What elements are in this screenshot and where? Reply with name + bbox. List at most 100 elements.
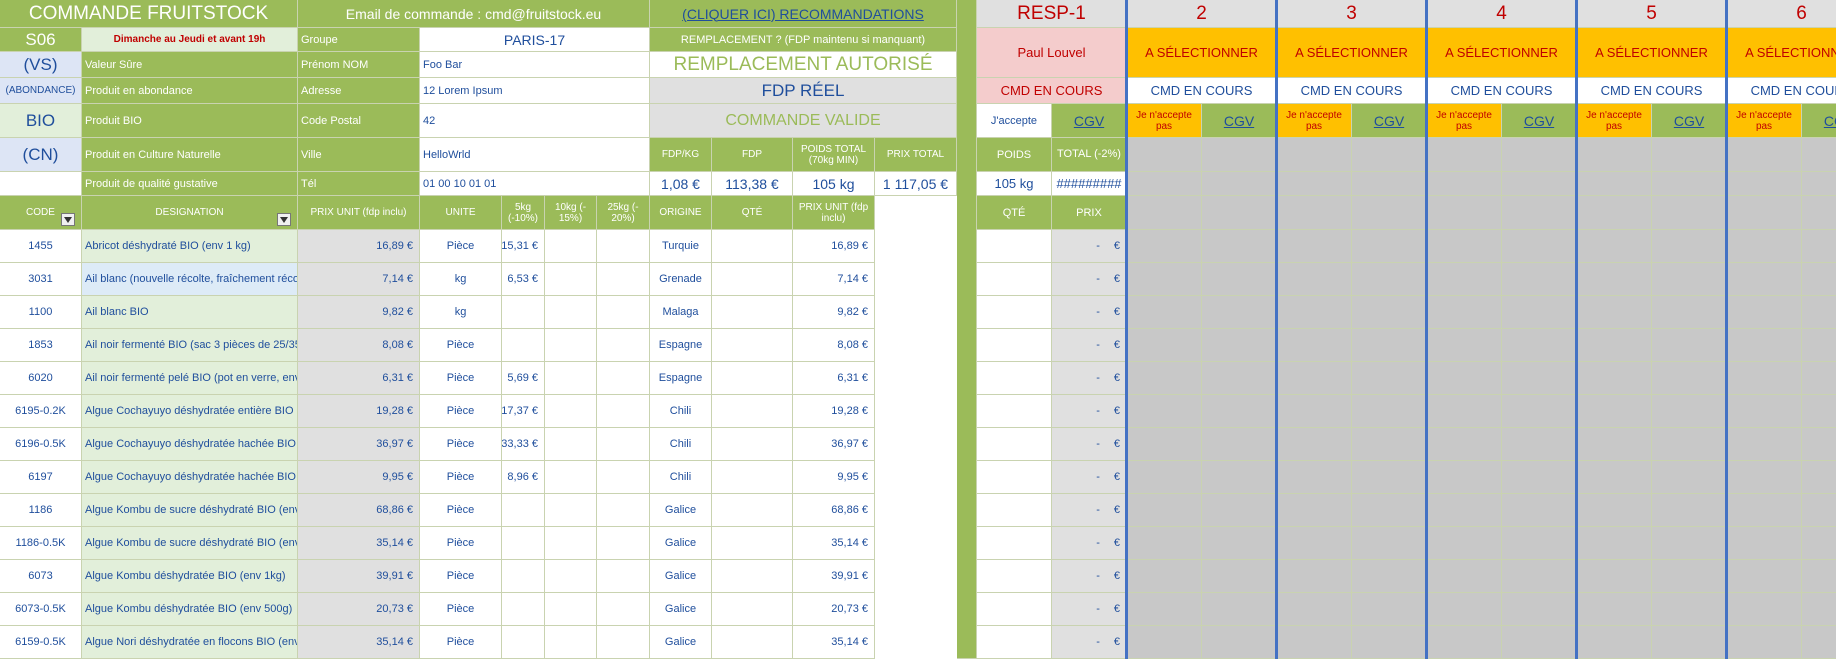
resp-6-qte-input[interactable] bbox=[1727, 428, 1802, 461]
resp-1-qte-input[interactable] bbox=[977, 527, 1052, 560]
resp-4-cgv-link[interactable]: CGV bbox=[1502, 104, 1577, 138]
product-qte-input[interactable] bbox=[712, 329, 793, 362]
resp-1-qte-input[interactable] bbox=[977, 461, 1052, 494]
resp-1-qte-input[interactable] bbox=[977, 593, 1052, 626]
product-qte-input[interactable] bbox=[712, 626, 793, 659]
product-qte-input[interactable] bbox=[712, 527, 793, 560]
resp-5-cgv-link[interactable]: CGV bbox=[1652, 104, 1727, 138]
resp-6-qte-input[interactable] bbox=[1727, 560, 1802, 593]
resp-1-qte-input[interactable] bbox=[977, 362, 1052, 395]
product-qte-input[interactable] bbox=[712, 560, 793, 593]
product-qte-input[interactable] bbox=[712, 263, 793, 296]
resp-1-accept-checkbox[interactable]: J'accepte bbox=[977, 104, 1052, 138]
resp-6-accept-checkbox[interactable]: Je n'accepte pas bbox=[1727, 104, 1802, 138]
resp-1-qte-input[interactable] bbox=[977, 626, 1052, 659]
resp-4-qte-input[interactable] bbox=[1427, 395, 1502, 428]
product-qte-input[interactable] bbox=[712, 593, 793, 626]
resp-2-qte-input[interactable] bbox=[1127, 395, 1202, 428]
resp-3-qte-input[interactable] bbox=[1277, 263, 1352, 296]
resp-5-qte-input[interactable] bbox=[1577, 428, 1652, 461]
resp-2-select-dropdown[interactable]: A SÉLECTIONNER bbox=[1127, 28, 1277, 78]
resp-2-qte-input[interactable] bbox=[1127, 560, 1202, 593]
resp-5-qte-input[interactable] bbox=[1577, 626, 1652, 659]
product-qte-input[interactable] bbox=[712, 428, 793, 461]
resp-5-qte-input[interactable] bbox=[1577, 230, 1652, 263]
resp-1-cgv-link[interactable]: CGV bbox=[1052, 104, 1127, 138]
resp-3-select-dropdown[interactable]: A SÉLECTIONNER bbox=[1277, 28, 1427, 78]
resp-5-qte-input[interactable] bbox=[1577, 329, 1652, 362]
resp-2-qte-input[interactable] bbox=[1127, 296, 1202, 329]
resp-4-qte-input[interactable] bbox=[1427, 296, 1502, 329]
resp-3-qte-input[interactable] bbox=[1277, 395, 1352, 428]
resp-6-qte-input[interactable] bbox=[1727, 626, 1802, 659]
resp-5-qte-input[interactable] bbox=[1577, 296, 1652, 329]
resp-4-qte-input[interactable] bbox=[1427, 593, 1502, 626]
prenom-field[interactable]: Foo Bar bbox=[420, 52, 650, 78]
resp-6-qte-input[interactable] bbox=[1727, 527, 1802, 560]
resp-3-qte-input[interactable] bbox=[1277, 527, 1352, 560]
resp-5-qte-input[interactable] bbox=[1577, 593, 1652, 626]
resp-6-qte-input[interactable] bbox=[1727, 395, 1802, 428]
resp-2-qte-input[interactable] bbox=[1127, 461, 1202, 494]
resp-1-qte-input[interactable] bbox=[977, 263, 1052, 296]
resp-3-qte-input[interactable] bbox=[1277, 362, 1352, 395]
filter-dropdown-icon[interactable] bbox=[277, 213, 291, 226]
resp-3-qte-input[interactable] bbox=[1277, 428, 1352, 461]
resp-5-qte-input[interactable] bbox=[1577, 395, 1652, 428]
resp-6-qte-input[interactable] bbox=[1727, 494, 1802, 527]
resp-1-qte-input[interactable] bbox=[977, 296, 1052, 329]
resp-6-qte-input[interactable] bbox=[1727, 296, 1802, 329]
resp-2-qte-input[interactable] bbox=[1127, 428, 1202, 461]
resp-6-select-dropdown[interactable]: A SÉLECTIONNER bbox=[1727, 28, 1836, 78]
resp-2-qte-input[interactable] bbox=[1127, 329, 1202, 362]
resp-4-accept-checkbox[interactable]: Je n'accepte pas bbox=[1427, 104, 1502, 138]
resp-4-qte-input[interactable] bbox=[1427, 626, 1502, 659]
resp-2-cgv-link[interactable]: CGV bbox=[1202, 104, 1277, 138]
resp-5-qte-input[interactable] bbox=[1577, 527, 1652, 560]
product-qte-input[interactable] bbox=[712, 494, 793, 527]
resp-4-qte-input[interactable] bbox=[1427, 263, 1502, 296]
telephone-field[interactable]: 01 00 10 01 01 bbox=[420, 172, 650, 196]
resp-3-qte-input[interactable] bbox=[1277, 230, 1352, 263]
resp-3-qte-input[interactable] bbox=[1277, 560, 1352, 593]
resp-2-qte-input[interactable] bbox=[1127, 362, 1202, 395]
resp-2-qte-input[interactable] bbox=[1127, 230, 1202, 263]
recommendations-link[interactable]: (CLIQUER ICI) RECOMMANDATIONS bbox=[650, 0, 957, 28]
resp-6-qte-input[interactable] bbox=[1727, 230, 1802, 263]
resp-4-qte-input[interactable] bbox=[1427, 362, 1502, 395]
adresse-field[interactable]: 12 Lorem Ipsum bbox=[420, 78, 650, 104]
product-qte-input[interactable] bbox=[712, 296, 793, 329]
resp-5-qte-input[interactable] bbox=[1577, 263, 1652, 296]
resp-3-cgv-link[interactable]: CGV bbox=[1352, 104, 1427, 138]
resp-1-qte-input[interactable] bbox=[977, 560, 1052, 593]
resp-3-qte-input[interactable] bbox=[1277, 593, 1352, 626]
resp-3-qte-input[interactable] bbox=[1277, 296, 1352, 329]
resp-5-select-dropdown[interactable]: A SÉLECTIONNER bbox=[1577, 28, 1727, 78]
resp-2-qte-input[interactable] bbox=[1127, 626, 1202, 659]
resp-3-qte-input[interactable] bbox=[1277, 329, 1352, 362]
resp-6-qte-input[interactable] bbox=[1727, 263, 1802, 296]
product-qte-input[interactable] bbox=[712, 461, 793, 494]
resp-2-qte-input[interactable] bbox=[1127, 263, 1202, 296]
resp-4-qte-input[interactable] bbox=[1427, 230, 1502, 263]
resp-2-qte-input[interactable] bbox=[1127, 527, 1202, 560]
resp-2-accept-checkbox[interactable]: Je n'accepte pas bbox=[1127, 104, 1202, 138]
resp-1-qte-input[interactable] bbox=[977, 494, 1052, 527]
resp-3-qte-input[interactable] bbox=[1277, 494, 1352, 527]
resp-3-qte-input[interactable] bbox=[1277, 626, 1352, 659]
resp-4-qte-input[interactable] bbox=[1427, 461, 1502, 494]
resp-6-qte-input[interactable] bbox=[1727, 593, 1802, 626]
resp-1-qte-input[interactable] bbox=[977, 230, 1052, 263]
groupe-value[interactable]: PARIS-17 bbox=[420, 28, 650, 52]
filter-dropdown-icon[interactable] bbox=[61, 213, 75, 226]
resp-5-qte-input[interactable] bbox=[1577, 362, 1652, 395]
resp-2-qte-input[interactable] bbox=[1127, 593, 1202, 626]
resp-3-accept-checkbox[interactable]: Je n'accepte pas bbox=[1277, 104, 1352, 138]
product-qte-input[interactable] bbox=[712, 230, 793, 263]
product-qte-input[interactable] bbox=[712, 362, 793, 395]
product-qte-input[interactable] bbox=[712, 395, 793, 428]
resp-1-qte-input[interactable] bbox=[977, 428, 1052, 461]
ville-field[interactable]: HelloWrld bbox=[420, 138, 650, 172]
resp-4-qte-input[interactable] bbox=[1427, 560, 1502, 593]
resp-6-qte-input[interactable] bbox=[1727, 329, 1802, 362]
